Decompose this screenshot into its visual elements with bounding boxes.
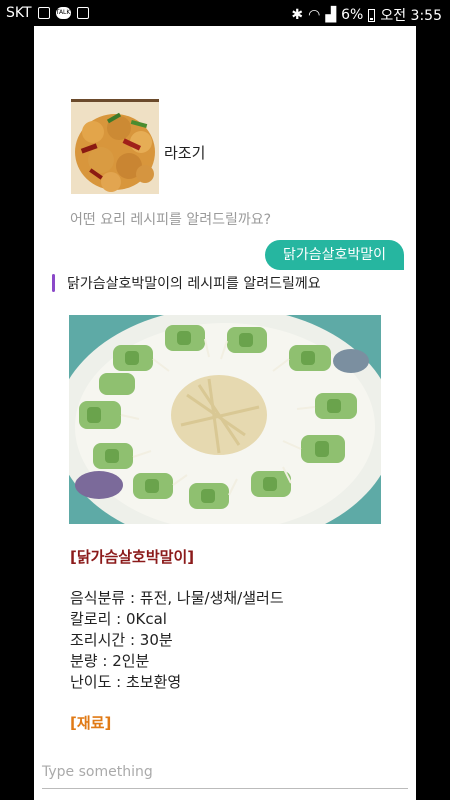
battery-percent: 6% xyxy=(341,7,364,23)
status-right: ✱ ◠ ▟ 6% 오전 3:55 xyxy=(291,5,442,25)
bot-message-indicator xyxy=(52,274,55,292)
recipe-calories: 칼로리 : 0Kcal xyxy=(70,610,167,628)
user-message-bubble: 닭가슴살호박말이 xyxy=(264,240,404,270)
recipe-image xyxy=(69,315,381,524)
status-bar: SKT TALK ✱ ◠ ▟ 6% 오전 3:55 xyxy=(0,0,450,26)
download-notification-icon xyxy=(76,7,89,19)
clock: 오전 3:55 xyxy=(380,8,442,24)
bot-header: 라조기 xyxy=(71,99,205,194)
bot-name: 라조기 xyxy=(164,144,206,162)
carrier-label: SKT xyxy=(6,5,32,21)
battery-icon xyxy=(368,8,376,22)
recipe-photo xyxy=(69,315,381,524)
recipe-cook-time: 조리시간 : 30분 xyxy=(70,631,173,649)
bluetooth-icon: ✱ xyxy=(291,7,304,23)
recipe-difficulty: 난이도 : 초보환영 xyxy=(70,673,182,691)
lazogi-dish-image xyxy=(71,102,159,194)
recipe-title: [닭가슴살호박말이] xyxy=(70,548,195,566)
signal-icon: ▟ xyxy=(325,7,337,23)
recipe-category: 음식분류 : 퓨전, 나물/생채/샐러드 xyxy=(70,589,284,607)
bot-reply: 닭가슴살호박말이의 레시피를 알려드릴께요 xyxy=(52,273,321,293)
chat-panel: 라조기 어떤 요리 레시피를 알려드릴까요? 닭가슴살호박말이 닭가슴살호박말이… xyxy=(34,26,416,800)
gallery-notification-icon xyxy=(37,7,50,19)
message-input[interactable]: Type something xyxy=(42,756,408,789)
bot-greeting: 어떤 요리 레시피를 알려드릴까요? xyxy=(70,212,272,228)
recipe-info: 음식분류 : 퓨전, 나물/생채/샐러드 칼로리 : 0Kcal 조리시간 : … xyxy=(70,588,284,693)
recipe-servings: 분량 : 2인분 xyxy=(70,652,150,670)
bot-reply-text: 닭가슴살호박말이의 레시피를 알려드릴께요 xyxy=(67,276,321,292)
bot-avatar[interactable] xyxy=(71,99,159,194)
wifi-icon: ◠ xyxy=(308,7,321,23)
message-notification-icon: TALK xyxy=(55,7,71,19)
ingredients-heading: [재료] xyxy=(70,714,112,732)
status-left: SKT TALK xyxy=(6,5,89,21)
